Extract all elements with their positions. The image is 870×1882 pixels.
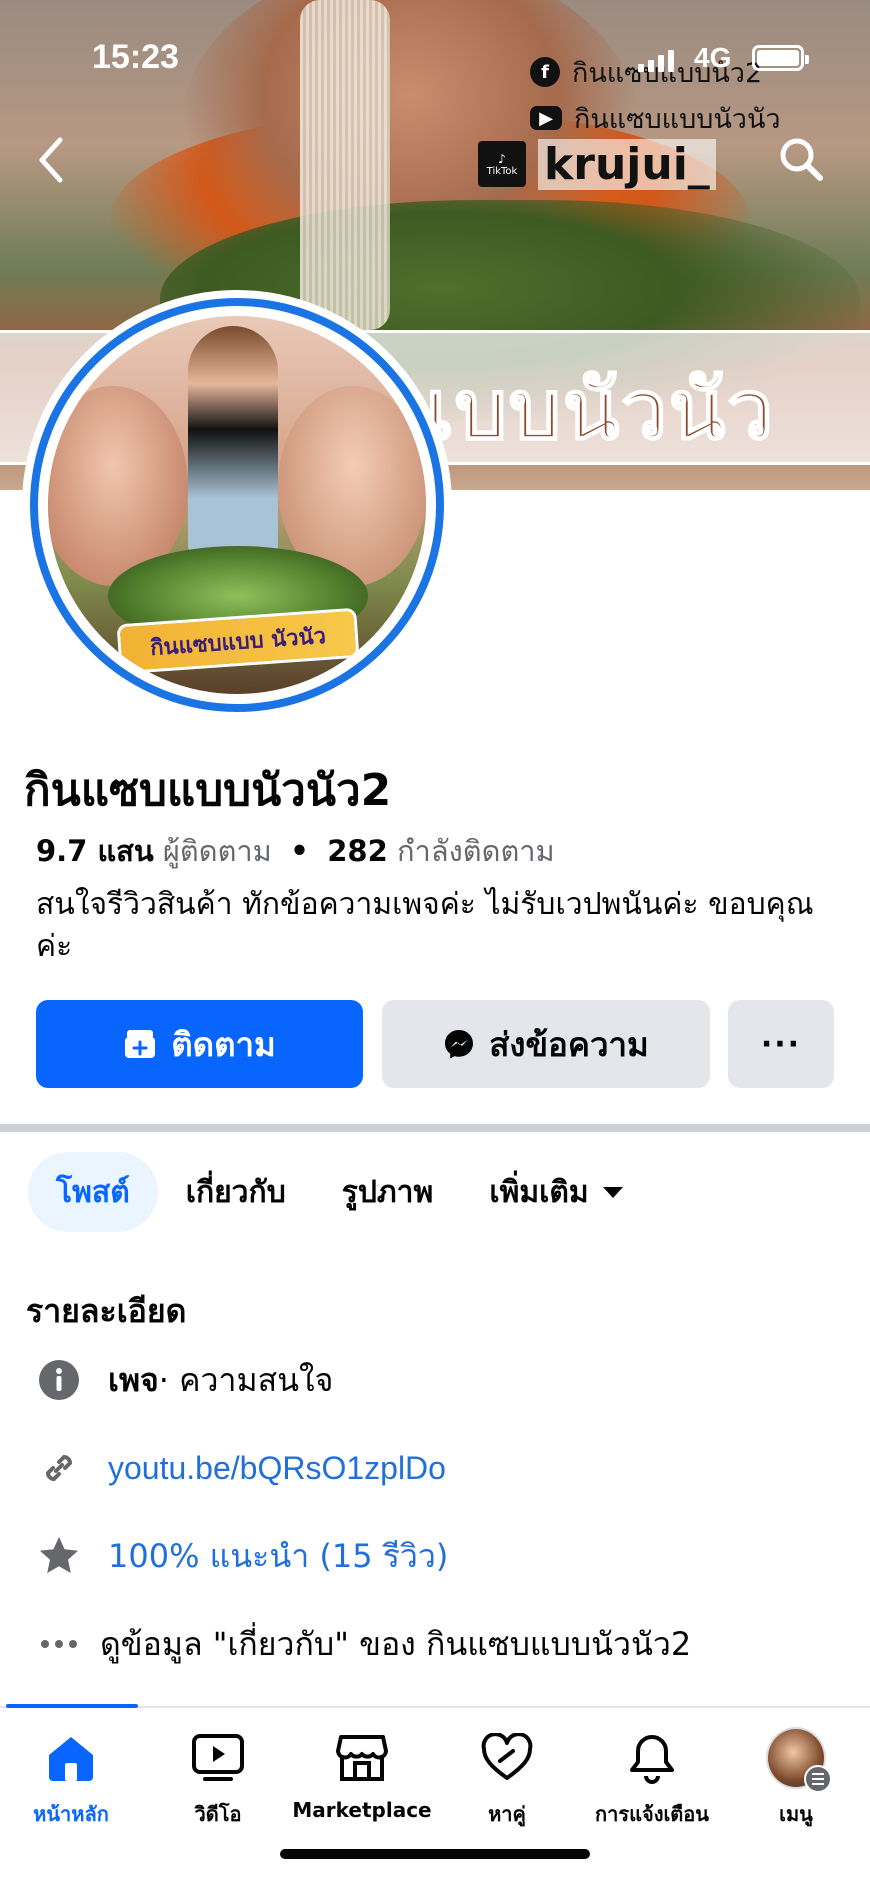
info-icon	[36, 1357, 82, 1403]
tab-photos[interactable]: รูปภาพ	[314, 1152, 462, 1232]
signal-icon	[638, 50, 674, 72]
nav-video-label: วิดีโอ	[194, 1802, 242, 1826]
home-indicator	[280, 1849, 590, 1859]
status-time: 15:23	[92, 38, 179, 76]
tab-posts[interactable]: โพสต์	[28, 1152, 158, 1232]
follow-button[interactable]: ติดตาม	[36, 1000, 363, 1088]
nav-home-label: หน้าหลัก	[33, 1802, 109, 1826]
messenger-icon	[445, 1030, 474, 1059]
following-label[interactable]: กำลังติดตาม	[397, 834, 555, 868]
detail-about-more-row[interactable]: ดูข้อมูล "เกี่ยวกับ" ของ กินแซบแบบนัวนัว…	[36, 1614, 691, 1674]
message-button-label: ส่งข้อความ	[489, 1024, 649, 1064]
dating-heart-icon	[477, 1728, 537, 1788]
star-icon	[36, 1533, 82, 1579]
video-icon	[188, 1728, 248, 1788]
battery-icon	[752, 45, 809, 71]
follow-stats: 9.7 แสน ผู้ติดตาม • 282 กำลังติดตาม	[36, 828, 555, 874]
link-icon	[36, 1445, 82, 1491]
avatar-ring: กินแซบแบบ นัวนัว	[30, 298, 444, 712]
nav-notifications-label: การแจ้งเตือน	[595, 1802, 709, 1826]
message-button[interactable]: ส่งข้อความ	[382, 1000, 710, 1088]
detail-link[interactable]: youtu.be/bQRsO1zplDo	[108, 1450, 446, 1487]
status-bar: 15:23 4G	[0, 0, 870, 110]
profile-avatar[interactable]: กินแซบแบบ นัวนัว	[22, 290, 452, 720]
caret-down-icon	[602, 1186, 623, 1198]
chevron-left-icon	[39, 137, 63, 183]
followers-count[interactable]: 9.7 แสน	[36, 834, 154, 868]
network-type: 4G	[694, 42, 732, 73]
nav-home[interactable]: หน้าหลัก	[0, 1714, 146, 1834]
avatar-decor	[188, 326, 278, 556]
tab-about[interactable]: เกี่ยวกับ	[158, 1152, 314, 1232]
search-icon	[780, 138, 823, 181]
detail-about-more-label[interactable]: ดูข้อมูล "เกี่ยวกับ" ของ กินแซบแบบนัวนัว…	[100, 1619, 691, 1670]
cover-social-label: krujui_	[538, 138, 716, 190]
tab-more[interactable]: เพิ่มเติม	[461, 1152, 650, 1232]
profile-tabs: โพสต์ เกี่ยวกับ รูปภาพ เพิ่มเติม	[28, 1152, 651, 1232]
nav-menu-label: เมนู	[779, 1802, 813, 1826]
detail-rating[interactable]: 100% แนะนำ (15 รีวิว)	[108, 1531, 448, 1582]
back-button[interactable]	[30, 130, 74, 190]
detail-rating-row[interactable]: 100% แนะนำ (15 รีวิว)	[36, 1526, 448, 1586]
marketplace-icon	[332, 1728, 392, 1788]
nav-notifications[interactable]: การแจ้งเตือน	[577, 1714, 727, 1834]
bottom-nav: หน้าหลัก วิดีโอ Marketplace หาคู่ การแจ้…	[0, 1714, 870, 1834]
tiktok-icon: ♪ TikTok	[478, 141, 526, 187]
home-icon	[41, 1728, 101, 1788]
nav-video[interactable]: วิดีโอ	[143, 1714, 293, 1834]
detail-category-row: เพจ · ความสนใจ	[36, 1350, 333, 1410]
following-count[interactable]: 282	[327, 834, 388, 868]
follow-button-label: ติดตาม	[171, 1024, 276, 1064]
detail-category-type: เพจ	[108, 1360, 159, 1399]
more-dots-icon	[36, 1621, 82, 1667]
detail-category-name: · ความสนใจ	[158, 1360, 334, 1399]
page-title: กินแซบแบบนัวนัว2	[24, 765, 392, 816]
follow-page-icon	[125, 1030, 156, 1058]
details-heading: รายละเอียด	[26, 1292, 187, 1330]
bell-icon	[622, 1728, 682, 1788]
followers-label[interactable]: ผู้ติดตาม	[163, 834, 272, 868]
avatar-image: กินแซบแบบ นัวนัว	[48, 316, 426, 694]
nav-menu[interactable]: เมนู	[721, 1714, 870, 1834]
detail-link-row[interactable]: youtu.be/bQRsO1zplDo	[36, 1438, 446, 1498]
nav-dating[interactable]: หาคู่	[432, 1714, 582, 1834]
nav-marketplace[interactable]: Marketplace	[287, 1714, 437, 1834]
cover-banner-text: แบบนัวนัว	[399, 362, 776, 459]
page-bio: สนใจรีวิวสินค้า ทักข้อความเพจค่ะ ไม่รับเ…	[36, 887, 814, 964]
section-divider	[0, 1124, 870, 1132]
stats-separator: •	[290, 834, 309, 868]
nav-marketplace-label: Marketplace	[292, 1798, 432, 1822]
menu-lines-icon	[804, 1765, 832, 1793]
menu-avatar	[766, 1727, 832, 1793]
more-options-button[interactable]: ···	[728, 1000, 834, 1088]
nav-dating-label: หาคู่	[488, 1802, 526, 1826]
nav-active-indicator	[6, 1704, 138, 1708]
search-button[interactable]	[776, 134, 826, 184]
tab-more-label: เพิ่มเติม	[489, 1174, 589, 1210]
menu-avatar-wrap	[766, 1727, 832, 1793]
